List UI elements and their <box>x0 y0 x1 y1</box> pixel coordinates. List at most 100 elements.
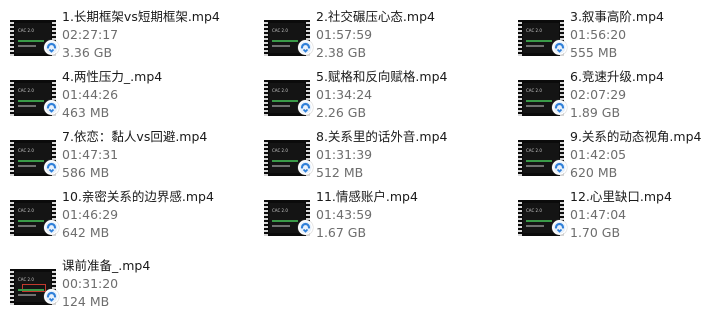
media-player-icon <box>552 220 567 235</box>
file-name: 课前准备_.mp4 <box>62 258 151 273</box>
thumbnail-line <box>18 289 44 291</box>
thumbnail-text: CAC 2.0 <box>272 88 288 93</box>
media-player-icon <box>44 100 59 115</box>
file-item[interactable]: CAC 2.0 9.关系的动态视角.mp4 01:42:05 620 MB <box>518 128 714 188</box>
thumbnail-line <box>526 160 552 162</box>
file-duration: 01:47:04 <box>570 207 627 222</box>
thumbnail-bar <box>272 105 290 107</box>
thumbnail-text: CAC 2.0 <box>18 88 34 93</box>
file-name: 11.情感账户.mp4 <box>316 189 418 204</box>
file-item[interactable]: CAC 2.0 课前准备_.mp4 00:31:20 124 MB <box>10 257 250 317</box>
thumbnail-text: CAC 2.0 <box>526 28 542 33</box>
thumbnail-line <box>18 220 44 222</box>
media-player-icon <box>298 40 313 55</box>
file-item[interactable]: CAC 2.0 8.关系里的话外音.mp4 01:31:39 512 MB <box>264 128 504 188</box>
thumbnail-line <box>272 160 298 162</box>
file-duration: 00:31:20 <box>62 276 119 291</box>
file-name: 9.关系的动态视角.mp4 <box>570 129 702 144</box>
file-item[interactable]: CAC 2.0 11.情感账户.mp4 01:43:59 1.67 GB <box>264 188 504 248</box>
file-duration: 01:56:20 <box>570 27 627 42</box>
file-item[interactable]: CAC 2.0 4.两性压力_.mp4 01:44:26 463 MB <box>10 68 250 128</box>
file-item[interactable]: CAC 2.0 1.长期框架vs短期框架.mp4 02:27:17 3.36 GB <box>10 8 250 68</box>
file-name: 8.关系里的话外音.mp4 <box>316 129 448 144</box>
thumbnail-line <box>272 40 298 42</box>
thumbnail-text: CAC 2.0 <box>18 208 34 213</box>
file-name: 4.两性压力_.mp4 <box>62 69 163 84</box>
file-name: 1.长期框架vs短期框架.mp4 <box>62 9 220 24</box>
file-duration: 01:46:29 <box>62 207 119 222</box>
file-item[interactable]: CAC 2.0 6.竞速升级.mp4 02:07:29 1.89 GB <box>518 68 714 128</box>
thumbnail-text: CAC 2.0 <box>526 208 542 213</box>
file-size: 1.70 GB <box>570 225 621 240</box>
file-size: 555 MB <box>570 45 618 60</box>
film-strip <box>518 20 522 56</box>
film-strip <box>10 200 14 236</box>
thumbnail-text: CAC 2.0 <box>272 28 288 33</box>
film-strip <box>264 200 268 236</box>
file-size: 642 MB <box>62 225 110 240</box>
media-player-icon <box>552 40 567 55</box>
thumbnail-text: CAC 2.0 <box>18 148 34 153</box>
thumbnail-text: CAC 2.0 <box>272 148 288 153</box>
film-strip <box>518 200 522 236</box>
file-size: 124 MB <box>62 294 110 309</box>
film-strip <box>10 20 14 56</box>
film-strip <box>264 140 268 176</box>
file-size: 2.38 GB <box>316 45 367 60</box>
thumbnail-text: CAC 2.0 <box>18 277 34 282</box>
media-player-icon <box>298 100 313 115</box>
file-size: 2.26 GB <box>316 105 367 120</box>
file-size: 3.36 GB <box>62 45 113 60</box>
thumbnail-bar <box>526 45 544 47</box>
file-name: 3.叙事高阶.mp4 <box>570 9 664 24</box>
file-duration: 01:31:39 <box>316 147 373 162</box>
thumbnail-bar <box>272 225 290 227</box>
file-item[interactable]: CAC 2.0 3.叙事高阶.mp4 01:56:20 555 MB <box>518 8 714 68</box>
file-item[interactable]: CAC 2.0 5.赋格和反向赋格.mp4 01:34:24 2.26 GB <box>264 68 504 128</box>
file-duration: 01:47:31 <box>62 147 119 162</box>
media-player-icon <box>552 160 567 175</box>
thumbnail-line <box>526 40 552 42</box>
media-player-icon <box>298 160 313 175</box>
media-player-icon <box>298 220 313 235</box>
thumbnail-bar <box>18 225 36 227</box>
thumbnail-line <box>526 100 552 102</box>
thumbnail-text: CAC 2.0 <box>526 88 542 93</box>
file-name: 5.赋格和反向赋格.mp4 <box>316 69 448 84</box>
film-strip <box>264 80 268 116</box>
file-name: 12.心里缺口.mp4 <box>570 189 672 204</box>
file-size: 1.89 GB <box>570 105 621 120</box>
file-item[interactable]: CAC 2.0 12.心里缺口.mp4 01:47:04 1.70 GB <box>518 188 714 248</box>
thumbnail-bar <box>526 105 544 107</box>
file-duration: 01:43:59 <box>316 207 373 222</box>
media-player-icon <box>552 100 567 115</box>
media-player-icon <box>44 160 59 175</box>
thumbnail-line <box>526 220 552 222</box>
thumbnail-bar <box>526 165 544 167</box>
file-item[interactable]: CAC 2.0 7.依恋：黏人vs回避.mp4 01:47:31 586 MB <box>10 128 250 188</box>
thumbnail-line <box>18 40 44 42</box>
file-duration: 02:27:17 <box>62 27 119 42</box>
file-duration: 02:07:29 <box>570 87 627 102</box>
file-name: 2.社交碾压心态.mp4 <box>316 9 435 24</box>
file-duration: 01:57:59 <box>316 27 373 42</box>
file-name: 10.亲密关系的边界感.mp4 <box>62 189 214 204</box>
thumbnail-bar <box>526 225 544 227</box>
file-size: 463 MB <box>62 105 110 120</box>
thumbnail-bar <box>272 165 290 167</box>
file-item[interactable]: CAC 2.0 10.亲密关系的边界感.mp4 01:46:29 642 MB <box>10 188 250 248</box>
thumbnail-bar <box>18 294 36 296</box>
file-item[interactable]: CAC 2.0 2.社交碾压心态.mp4 01:57:59 2.38 GB <box>264 8 504 68</box>
thumbnail-text: CAC 2.0 <box>18 28 34 33</box>
file-size: 1.67 GB <box>316 225 367 240</box>
thumbnail-bar <box>18 165 36 167</box>
thumbnail-bar <box>18 105 36 107</box>
media-player-icon <box>44 289 59 304</box>
film-strip <box>518 80 522 116</box>
film-strip <box>10 140 14 176</box>
film-strip <box>264 20 268 56</box>
file-name: 7.依恋：黏人vs回避.mp4 <box>62 129 208 144</box>
file-duration: 01:42:05 <box>570 147 627 162</box>
file-size: 512 MB <box>316 165 364 180</box>
media-player-icon <box>44 40 59 55</box>
